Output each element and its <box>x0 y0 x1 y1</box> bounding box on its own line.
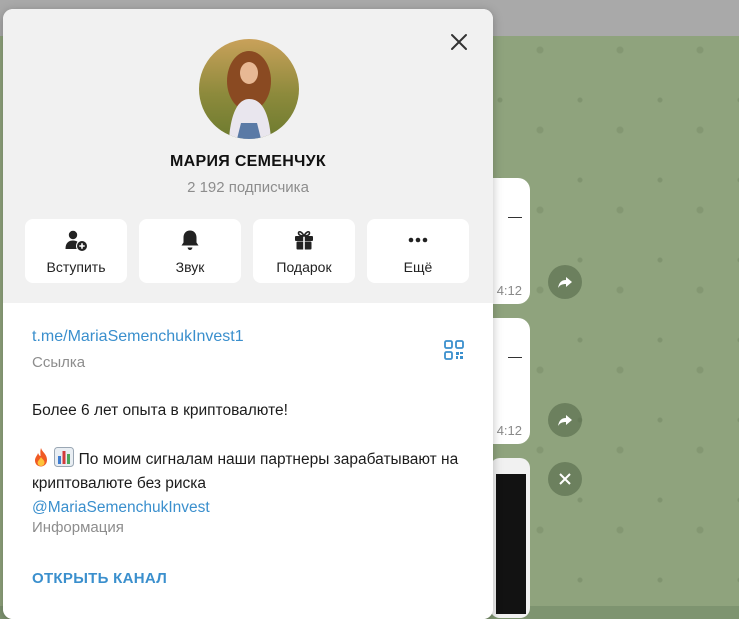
fire-icon <box>32 447 50 472</box>
user-add-icon <box>65 230 87 251</box>
more-dots-icon <box>408 237 428 243</box>
message-time: 4:12 <box>496 283 522 298</box>
subscriber-count: 2 192 подписчика <box>187 179 309 196</box>
channel-title: МАРИЯ СЕМЕНЧУК <box>170 153 326 170</box>
close-button[interactable] <box>447 30 471 54</box>
message-text: — <box>508 348 522 364</box>
message-time: 4:12 <box>496 423 522 438</box>
forward-icon <box>558 415 572 426</box>
avatar-photo <box>199 39 299 139</box>
link-caption: Ссылка <box>32 354 86 371</box>
close-media-button[interactable] <box>548 462 582 496</box>
gift-button[interactable]: Подарок <box>253 219 355 283</box>
description-line: Более 6 лет опыта в криптовалюте! <box>32 402 288 419</box>
channel-description: Более 6 лет опыта в криптовалюте! По мои… <box>32 399 462 520</box>
info-caption: Информация <box>32 519 124 536</box>
close-icon <box>451 34 467 50</box>
forward-icon <box>558 277 572 288</box>
qr-code-icon <box>444 340 464 360</box>
sound-button[interactable]: Звук <box>139 219 241 283</box>
media-message[interactable] <box>490 458 530 618</box>
info-section: t.me/MariaSemenchukInvest1 Ссылка Более … <box>3 303 493 619</box>
close-icon <box>559 473 571 485</box>
more-button[interactable]: Ещё <box>367 219 469 283</box>
bell-icon <box>181 230 199 250</box>
more-label: Ещё <box>403 259 433 275</box>
forward-button[interactable] <box>548 403 582 437</box>
sound-label: Звук <box>175 259 205 275</box>
message-text: — <box>508 208 522 224</box>
description-paragraph: По моим сигналам наши партнеры зарабатыв… <box>32 447 462 520</box>
gift-label: Подарок <box>276 259 332 275</box>
qr-code-button[interactable] <box>443 339 465 361</box>
open-channel-button[interactable]: ОТКРЫТЬ КАНАЛ <box>32 570 167 587</box>
channel-mention-link[interactable]: @MariaSemenchukInvest <box>32 499 210 516</box>
dialog-header: МАРИЯ СЕМЕНЧУК 2 192 подписчика Вступить… <box>3 9 493 303</box>
forward-button[interactable] <box>548 265 582 299</box>
join-button[interactable]: Вступить <box>25 219 127 283</box>
description-line: По моим сигналам наши партнеры зарабатыв… <box>32 451 459 492</box>
media-preview <box>496 474 526 614</box>
avatar[interactable] <box>199 39 299 139</box>
bar-chart-icon <box>54 447 75 472</box>
channel-info-dialog: МАРИЯ СЕМЕНЧУК 2 192 подписчика Вступить… <box>3 9 493 619</box>
channel-link[interactable]: t.me/MariaSemenchukInvest1 <box>32 328 244 346</box>
gift-icon <box>295 230 313 250</box>
join-label: Вступить <box>46 259 106 275</box>
